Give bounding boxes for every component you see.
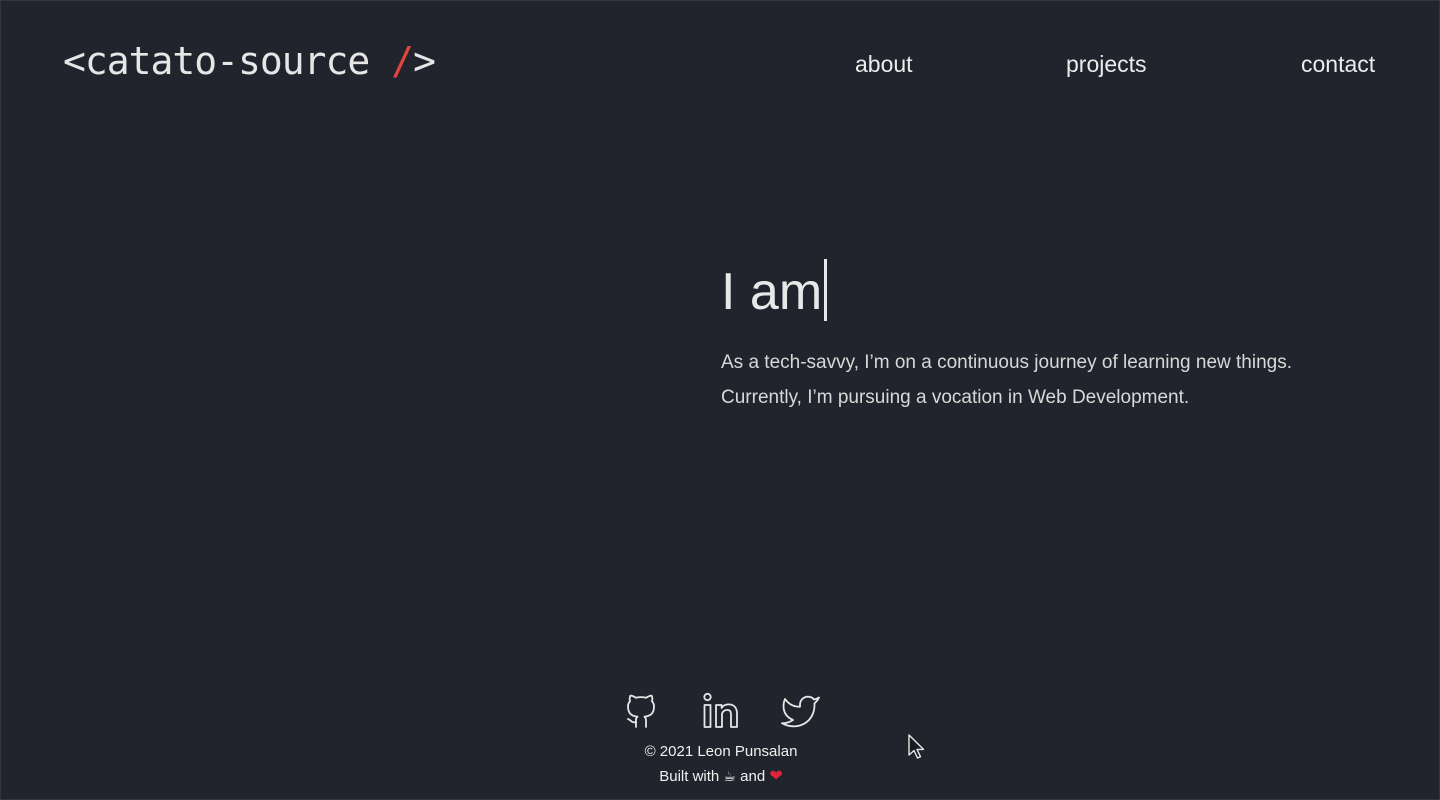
logo-slash: / [391, 39, 414, 83]
github-link[interactable] [621, 691, 661, 731]
twitter-icon [781, 695, 820, 728]
hero-description: As a tech-savvy, I’m on a continuous jou… [721, 345, 1361, 415]
nav-contact-link[interactable]: contact [1301, 51, 1375, 78]
built-with-label: Built with [659, 768, 720, 785]
nav-about-link[interactable]: about [855, 51, 913, 78]
twitter-link[interactable] [781, 691, 821, 731]
built-and-label: and [740, 768, 766, 785]
nav-projects-link[interactable]: projects [1066, 51, 1147, 78]
mouse-cursor-icon [908, 734, 925, 759]
heart-icon: ❤ [769, 768, 783, 785]
hero-title-text: I am [721, 263, 823, 321]
typing-caret [824, 259, 828, 321]
linkedin-icon [703, 692, 738, 728]
hero-description-line-1: As a tech-savvy, I’m on a continuous jou… [721, 352, 1293, 373]
github-icon [627, 694, 655, 728]
logo-suffix: > [413, 39, 436, 83]
hero-title: I am [721, 259, 828, 322]
page-frame: <catato-source /> about projects contact… [0, 0, 1440, 800]
site-logo[interactable]: <catato-source /> [63, 39, 436, 83]
logo-prefix: <catato-source [63, 39, 392, 83]
footer-copyright: © 2021 Leon Punsalan [644, 743, 798, 760]
hero-description-line-2: Currently, I’m pursuing a vocation in We… [721, 387, 1190, 408]
coffee-icon: ☕ [723, 768, 736, 784]
linkedin-link[interactable] [701, 691, 741, 731]
footer-built-with: Built with ☕ and ❤ [571, 766, 871, 786]
